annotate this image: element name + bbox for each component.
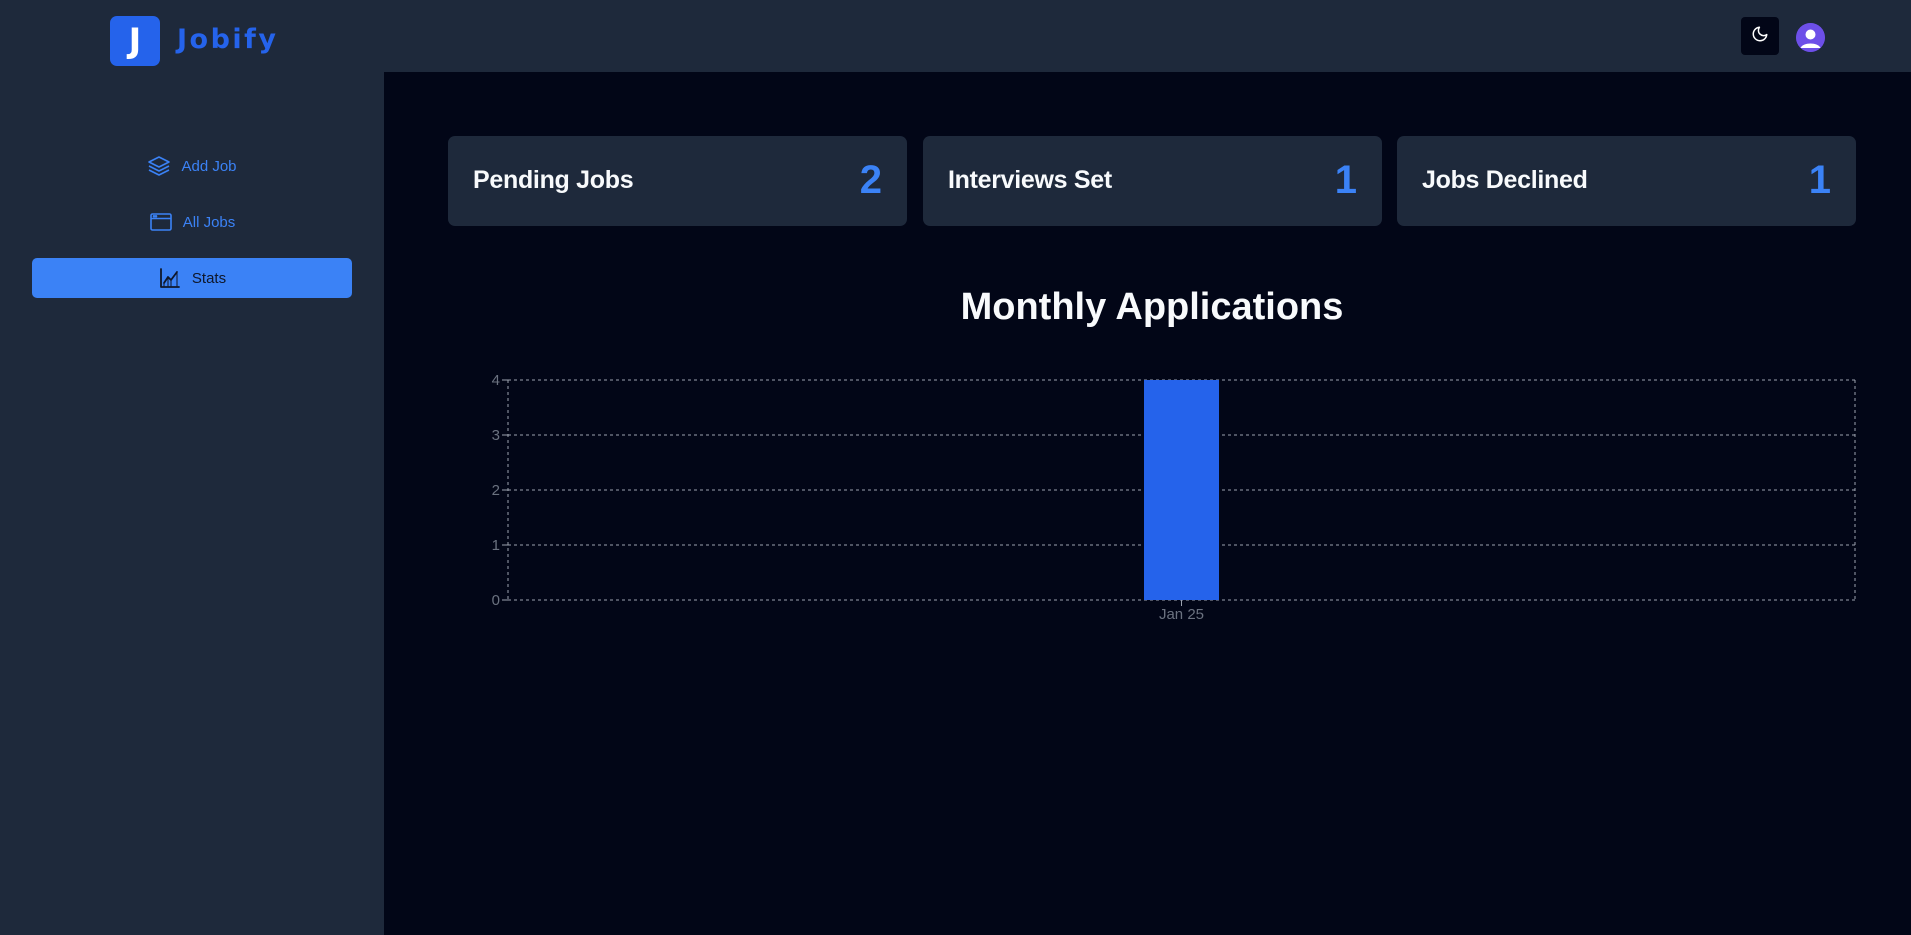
bar <box>1144 380 1219 600</box>
y-tick-label: 2 <box>492 482 500 499</box>
y-tick-label: 1 <box>492 537 500 554</box>
monthly-applications-chart: 0 1 2 3 4 Jan 25 <box>492 372 1856 623</box>
x-tick-label: Jan 25 <box>1159 606 1204 623</box>
y-tick-label: 0 <box>492 592 500 609</box>
y-tick-label: 3 <box>492 427 500 444</box>
y-tick-label: 4 <box>492 372 500 389</box>
